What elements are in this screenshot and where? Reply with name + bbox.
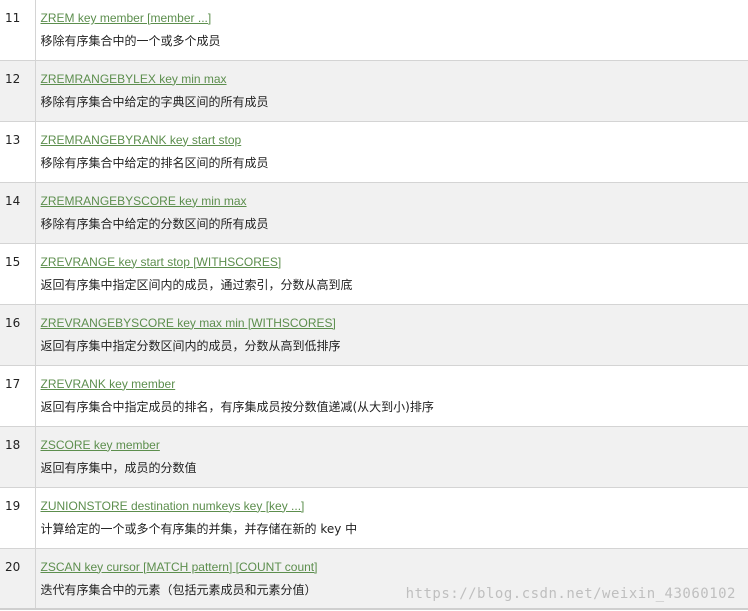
command-description: 返回有序集中指定区间内的成员，通过索引，分数从高到底 xyxy=(40,277,353,292)
row-number: 18 xyxy=(0,426,36,487)
command-link[interactable]: ZUNIONSTORE destination numkeys key [key… xyxy=(41,499,748,513)
table-row: 12 ZREMRANGEBYLEX key min max 移除有序集合中给定的… xyxy=(0,60,748,121)
command-description: 计算给定的一个或多个有序集的并集，并存储在新的 key 中 xyxy=(40,521,358,536)
command-cell: ZREVRANK key member 返回有序集合中指定成员的排名，有序集成员… xyxy=(35,365,748,426)
command-cell: ZREVRANGE key start stop [WITHSCORES] 返回… xyxy=(35,243,748,304)
command-link[interactable]: ZREMRANGEBYLEX key min max xyxy=(41,72,748,86)
table-row: 17 ZREVRANK key member 返回有序集合中指定成员的排名，有序… xyxy=(0,365,748,426)
row-number: 11 xyxy=(0,0,36,60)
command-link[interactable]: ZREMRANGEBYRANK key start stop xyxy=(41,133,748,147)
row-number: 12 xyxy=(0,60,36,121)
watermark: https://blog.csdn.net/weixin_43060102 xyxy=(405,586,736,602)
command-cell: ZREMRANGEBYRANK key start stop 移除有序集合中给定… xyxy=(35,121,748,182)
table-row: 19 ZUNIONSTORE destination numkeys key [… xyxy=(0,487,748,548)
row-number: 14 xyxy=(0,182,36,243)
row-number: 19 xyxy=(0,487,36,548)
command-description: 返回有序集中指定分数区间内的成员，分数从高到低排序 xyxy=(40,338,341,353)
command-description: 返回有序集合中指定成员的排名，有序集成员按分数值递减(从大到小)排序 xyxy=(40,399,434,414)
table-row: 11 ZREM key member [member ...] 移除有序集合中的… xyxy=(0,0,748,60)
row-number: 15 xyxy=(0,243,36,304)
row-number: 20 xyxy=(0,548,36,609)
table-row: 18 ZSCORE key member 返回有序集中，成员的分数值 xyxy=(0,426,748,487)
command-cell: ZREMRANGEBYLEX key min max 移除有序集合中给定的字典区… xyxy=(35,60,748,121)
command-cell: ZSCORE key member 返回有序集中，成员的分数值 xyxy=(35,426,748,487)
command-description: 返回有序集中，成员的分数值 xyxy=(40,460,197,475)
command-description: 移除有序集合中给定的排名区间的所有成员 xyxy=(40,155,269,170)
row-number: 17 xyxy=(0,365,36,426)
command-description: 移除有序集合中给定的分数区间的所有成员 xyxy=(40,216,269,231)
command-link[interactable]: ZSCORE key member xyxy=(41,438,748,452)
command-link[interactable]: ZREM key member [member ...] xyxy=(41,11,748,25)
command-description: 移除有序集合中的一个或多个成员 xyxy=(40,34,221,48)
command-cell: ZREM key member [member ...] 移除有序集合中的一个或… xyxy=(35,0,748,60)
command-table: 11 ZREM key member [member ...] 移除有序集合中的… xyxy=(0,0,748,610)
table-row: 15 ZREVRANGE key start stop [WITHSCORES]… xyxy=(0,243,748,304)
command-cell: ZUNIONSTORE destination numkeys key [key… xyxy=(35,487,748,548)
table-row: 14 ZREMRANGEBYSCORE key min max 移除有序集合中给… xyxy=(0,182,748,243)
command-cell: ZREVRANGEBYSCORE key max min [WITHSCORES… xyxy=(35,304,748,365)
table-row: 16 ZREVRANGEBYSCORE key max min [WITHSCO… xyxy=(0,304,748,365)
command-link[interactable]: ZREVRANGEBYSCORE key max min [WITHSCORES… xyxy=(41,316,748,330)
command-link[interactable]: ZREVRANK key member xyxy=(41,377,748,391)
command-link[interactable]: ZREVRANGE key start stop [WITHSCORES] xyxy=(41,255,748,269)
command-link[interactable]: ZREMRANGEBYSCORE key min max xyxy=(41,194,748,208)
row-number: 13 xyxy=(0,121,36,182)
row-number: 16 xyxy=(0,304,36,365)
command-cell: ZREMRANGEBYSCORE key min max 移除有序集合中给定的分… xyxy=(35,182,748,243)
command-description: 移除有序集合中给定的字典区间的所有成员 xyxy=(40,94,269,109)
command-link[interactable]: ZSCAN key cursor [MATCH pattern] [COUNT … xyxy=(41,560,748,574)
table-row: 13 ZREMRANGEBYRANK key start stop 移除有序集合… xyxy=(0,121,748,182)
